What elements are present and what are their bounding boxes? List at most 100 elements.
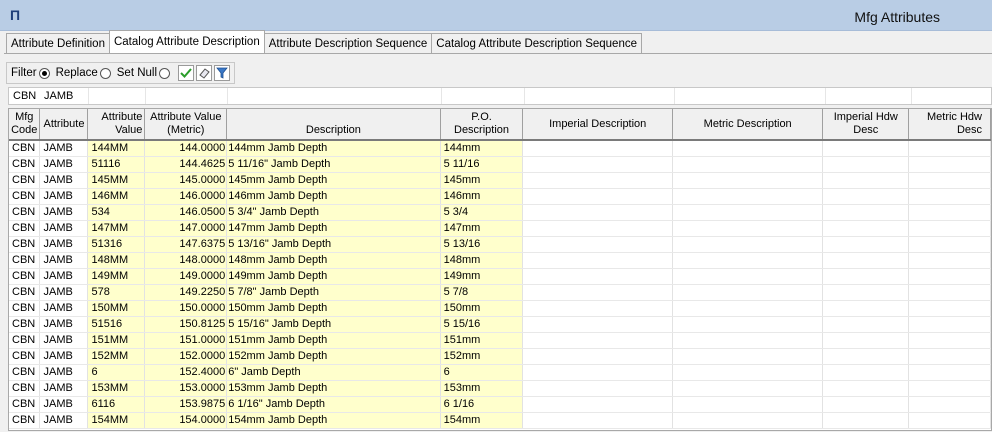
table-cell[interactable]: 148mm [440, 252, 524, 269]
table-cell[interactable] [522, 172, 673, 189]
table-cell[interactable] [672, 284, 824, 301]
table-cell[interactable]: CBN [9, 284, 41, 301]
table-cell[interactable] [672, 188, 824, 205]
tab-catalog-attribute-description-sequence[interactable]: Catalog Attribute Description Sequence [431, 33, 642, 53]
clear-button[interactable] [196, 65, 213, 81]
table-cell[interactable] [522, 332, 673, 349]
table-cell[interactable] [822, 252, 910, 269]
col-imperial-hdw-desc[interactable]: Imperial Hdw Desc [822, 109, 910, 141]
table-cell[interactable]: 153mm Jamb Depth [226, 380, 441, 397]
table-cell[interactable] [908, 268, 991, 285]
table-cell[interactable]: CBN [9, 412, 41, 429]
table-cell[interactable] [522, 252, 673, 269]
table-cell[interactable] [522, 348, 673, 365]
col-attribute-value-metric[interactable]: Attribute Value (Metric) [144, 109, 228, 141]
table-cell[interactable]: 150.8125 [144, 316, 228, 333]
table-cell[interactable] [822, 188, 910, 205]
table-cell[interactable]: 6" Jamb Depth [226, 364, 441, 381]
table-cell[interactable]: 153mm [440, 380, 524, 397]
table-cell[interactable]: JAMB [39, 172, 89, 189]
table-cell[interactable]: JAMB [39, 284, 89, 301]
table-cell[interactable]: CBN [9, 396, 41, 413]
table-cell[interactable] [522, 412, 673, 429]
table-cell[interactable]: 149mm Jamb Depth [226, 268, 441, 285]
table-cell[interactable] [522, 204, 673, 221]
col-attribute[interactable]: Attribute [39, 109, 89, 141]
table-cell[interactable] [908, 172, 991, 189]
table-row[interactable]: CBN JAMB 6 152.4000 6" Jamb Depth 6 [9, 364, 991, 381]
table-cell[interactable] [822, 236, 910, 253]
table-cell[interactable]: 534 [87, 204, 146, 221]
table-cell[interactable] [908, 412, 991, 429]
table-cell[interactable]: JAMB [39, 188, 89, 205]
table-cell[interactable] [672, 316, 824, 333]
table-cell[interactable]: JAMB [39, 140, 89, 157]
table-cell[interactable] [672, 172, 824, 189]
table-cell[interactable] [522, 236, 673, 253]
table-cell[interactable] [908, 316, 991, 333]
table-cell[interactable]: 147.6375 [144, 236, 228, 253]
table-row[interactable]: CBN JAMB 154MM 154.0000 154mm Jamb Depth 154m… [9, 412, 991, 429]
table-cell[interactable]: 145mm Jamb Depth [226, 172, 441, 189]
table-cell[interactable] [672, 252, 824, 269]
table-cell[interactable]: 6116 [87, 396, 146, 413]
table-cell[interactable] [522, 396, 673, 413]
table-cell[interactable]: 147mm Jamb Depth [226, 220, 441, 237]
table-cell[interactable] [822, 412, 910, 429]
table-cell[interactable]: JAMB [39, 268, 89, 285]
table-cell[interactable] [822, 220, 910, 237]
table-cell[interactable]: 152.0000 [144, 348, 228, 365]
table-cell[interactable]: 578 [87, 284, 146, 301]
table-cell[interactable]: 51516 [87, 316, 146, 333]
table-cell[interactable]: 5 15/16 [440, 316, 524, 333]
table-cell[interactable]: 147mm [440, 220, 524, 237]
table-cell[interactable] [908, 156, 991, 173]
table-cell[interactable]: 149.2250 [144, 284, 228, 301]
table-cell[interactable] [522, 284, 673, 301]
col-imperial-description[interactable]: Imperial Description [522, 109, 673, 141]
table-row[interactable]: CBN JAMB 6116 153.9875 6 1/16" Jamb Depth 6 1… [9, 396, 991, 413]
table-cell[interactable] [908, 252, 991, 269]
table-cell[interactable]: 154MM [87, 412, 146, 429]
table-cell[interactable]: 5 3/4" Jamb Depth [226, 204, 441, 221]
table-cell[interactable] [672, 236, 824, 253]
table-cell[interactable] [908, 204, 991, 221]
table-cell[interactable] [522, 268, 673, 285]
table-cell[interactable]: 146mm [440, 188, 524, 205]
table-cell[interactable]: 146.0500 [144, 204, 228, 221]
table-cell[interactable]: 148mm Jamb Depth [226, 252, 441, 269]
table-cell[interactable] [522, 380, 673, 397]
table-cell[interactable] [672, 220, 824, 237]
table-cell[interactable]: 152MM [87, 348, 146, 365]
table-row[interactable]: CBN JAMB 153MM 153.0000 153mm Jamb Depth 153m… [9, 380, 991, 397]
table-cell[interactable]: 149.0000 [144, 268, 228, 285]
table-cell[interactable]: JAMB [39, 204, 89, 221]
table-cell[interactable]: CBN [9, 268, 41, 285]
table-cell[interactable]: 152mm Jamb Depth [226, 348, 441, 365]
table-cell[interactable] [822, 268, 910, 285]
table-cell[interactable] [672, 140, 824, 157]
table-cell[interactable]: CBN [9, 300, 41, 317]
table-cell[interactable] [672, 268, 824, 285]
table-cell[interactable]: 154mm Jamb Depth [226, 412, 441, 429]
table-cell[interactable]: 147MM [87, 220, 146, 237]
table-row[interactable]: CBN JAMB 150MM 150.0000 150mm Jamb Depth 150m… [9, 300, 991, 317]
table-cell[interactable] [908, 396, 991, 413]
table-cell[interactable] [908, 364, 991, 381]
table-cell[interactable]: CBN [9, 332, 41, 349]
table-cell[interactable] [672, 396, 824, 413]
table-cell[interactable]: 6 1/16 [440, 396, 524, 413]
table-cell[interactable]: 5 11/16 [440, 156, 524, 173]
table-row[interactable]: CBN JAMB 578 149.2250 5 7/8" Jamb Depth 5 7/8 [9, 284, 991, 301]
table-cell[interactable] [908, 300, 991, 317]
table-cell[interactable]: CBN [9, 316, 41, 333]
table-cell[interactable] [822, 300, 910, 317]
tab-attribute-description-sequence[interactable]: Attribute Description Sequence [263, 33, 433, 53]
table-cell[interactable]: 150.0000 [144, 300, 228, 317]
table-cell[interactable]: 153MM [87, 380, 146, 397]
col-po-description[interactable]: P.O. Description [440, 109, 524, 141]
table-cell[interactable]: 146mm Jamb Depth [226, 188, 441, 205]
table-cell[interactable]: 144MM [87, 140, 146, 157]
table-cell[interactable]: 150mm [440, 300, 524, 317]
table-cell[interactable] [822, 140, 910, 157]
